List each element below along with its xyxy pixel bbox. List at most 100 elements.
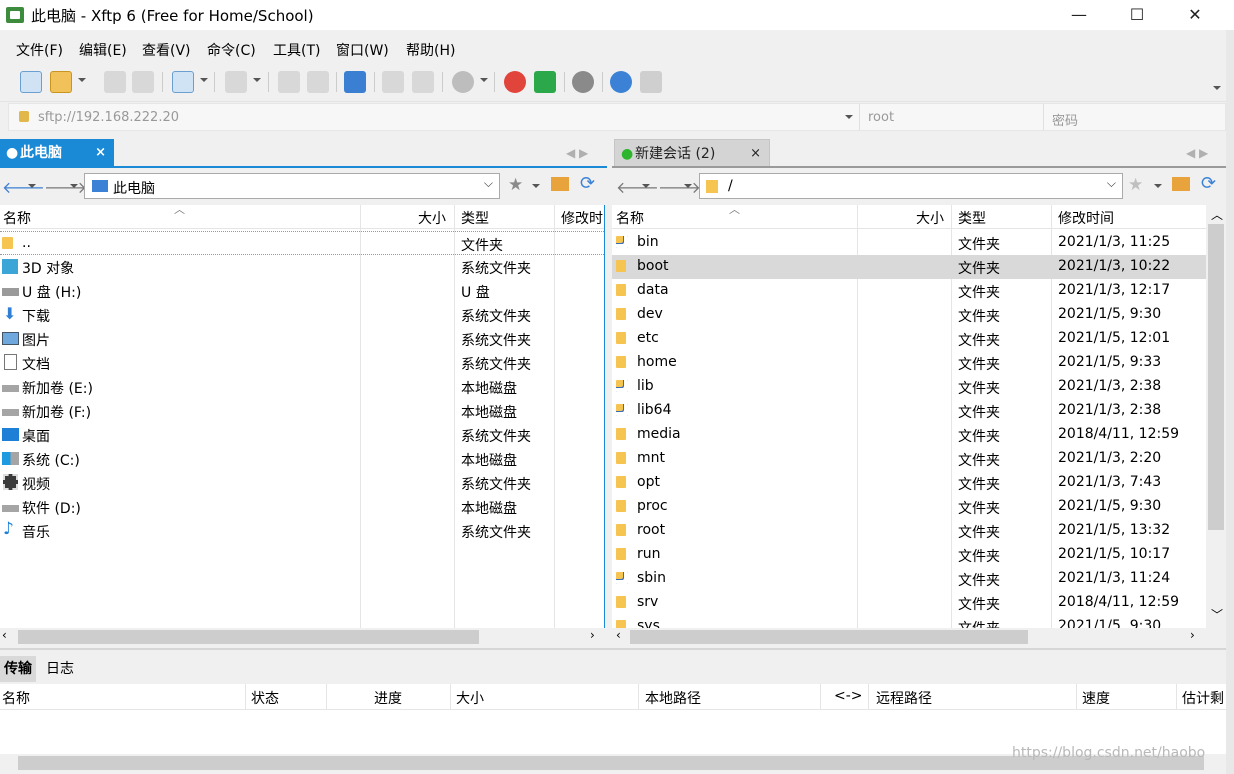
list-item[interactable]: srv 文件夹 2018/4/11, 12:59 (612, 591, 1206, 615)
col-local-path[interactable]: 本地路径 (645, 688, 701, 708)
list-item[interactable]: 软件 (D:) 本地磁盘 (0, 495, 604, 519)
col-name[interactable]: 名称 (616, 208, 644, 228)
home-folder-icon[interactable] (551, 177, 569, 191)
list-item[interactable]: boot 文件夹 2021/1/3, 10:22 (612, 255, 1206, 279)
back-dropdown-icon[interactable] (28, 184, 36, 188)
list-item[interactable]: home 文件夹 2021/1/5, 9:33 (612, 351, 1206, 375)
favorites-dropdown-icon[interactable] (532, 184, 540, 188)
favorites-dropdown-icon[interactable] (1154, 184, 1162, 188)
col-type[interactable]: 类型 (958, 208, 986, 228)
list-item[interactable]: bin 文件夹 2021/1/3, 11:25 (612, 231, 1206, 255)
favorites-star-icon[interactable]: ★ (508, 175, 523, 195)
back-arrow-icon[interactable]: 🡐 (2, 177, 45, 197)
transfer-sync-icon[interactable] (344, 71, 366, 93)
forward-arrow-icon[interactable]: 🡒 (44, 177, 87, 197)
chevron-down-icon[interactable]: ⌵ (1107, 176, 1116, 191)
tab-local-computer[interactable]: ● 此电脑 × (0, 139, 114, 167)
scroll-right-icon[interactable]: › (590, 628, 595, 642)
list-item[interactable]: 桌面 系统文件夹 (0, 423, 604, 447)
col-modified[interactable]: 修改时间 (1058, 208, 1114, 228)
scroll-thumb[interactable] (18, 630, 479, 644)
favorites-star-icon[interactable]: ★ (1128, 175, 1143, 195)
terminal-dropdown-icon[interactable] (253, 78, 261, 82)
local-path-combobox[interactable]: 此电脑 ⌵ (84, 173, 500, 199)
list-item[interactable]: 视频 系统文件夹 (0, 471, 604, 495)
list-item[interactable]: 3D 对象 系统文件夹 (0, 255, 604, 279)
left-tab-scroll-icon[interactable]: ◀ ▶ (566, 146, 588, 160)
properties-dropdown-icon[interactable] (200, 78, 208, 82)
list-item[interactable]: 新加卷 (E:) 本地磁盘 (0, 375, 604, 399)
menu-command[interactable]: 命令(C) (207, 40, 256, 60)
col-transfer-size[interactable]: 大小 (456, 688, 484, 708)
list-item[interactable]: sbin 文件夹 2021/1/3, 11:24 (612, 567, 1206, 591)
menu-tools[interactable]: 工具(T) (273, 40, 320, 60)
forward-dropdown-icon[interactable] (684, 184, 692, 188)
scroll-thumb[interactable] (1208, 224, 1224, 530)
list-item[interactable]: 新加卷 (F:) 本地磁盘 (0, 399, 604, 423)
chat-icon[interactable] (640, 71, 662, 93)
list-item[interactable]: run 文件夹 2021/1/5, 10:17 (612, 543, 1206, 567)
col-type[interactable]: 类型 (461, 208, 489, 228)
menu-file[interactable]: 文件(F) (16, 40, 63, 60)
properties-icon[interactable] (172, 71, 194, 93)
xftp-icon[interactable] (534, 71, 556, 93)
refresh-icon[interactable]: ⟳ (580, 173, 595, 194)
remote-path-combobox[interactable]: / ⌵ (699, 173, 1123, 199)
col-modified[interactable]: 修改时 (561, 208, 603, 228)
open-dropdown-icon[interactable] (78, 78, 86, 82)
col-size[interactable]: 大小 (916, 208, 944, 228)
list-item[interactable]: media 文件夹 2018/4/11, 12:59 (612, 423, 1206, 447)
list-item[interactable]: lib64 文件夹 2021/1/3, 2:38 (612, 399, 1206, 423)
xshell-icon[interactable] (504, 71, 526, 93)
disconnect-icon[interactable] (132, 71, 154, 93)
scroll-down-icon[interactable]: ﹀ (1211, 606, 1223, 623)
col-eta[interactable]: 估计剩 (1182, 688, 1224, 708)
local-file-list[interactable]: 名称 ︿ 大小 类型 修改时 .. 文件夹 3D 对象 系统文件夹 U 盘 (H… (0, 205, 605, 629)
back-arrow-icon[interactable]: 🡐 (616, 177, 659, 197)
help-icon[interactable] (610, 71, 632, 93)
menu-view[interactable]: 查看(V) (142, 40, 191, 60)
tab-remote-session[interactable]: ● 新建会话 (2) × (614, 139, 770, 167)
remote-horizontal-scrollbar[interactable]: ‹ › (612, 628, 1206, 646)
col-remote-path[interactable]: 远程路径 (876, 688, 932, 708)
password-input[interactable]: 密码 (1052, 110, 1078, 129)
list-item[interactable]: dev 文件夹 2021/1/5, 9:30 (612, 303, 1206, 327)
list-item[interactable]: 系统 (C:) 本地磁盘 (0, 447, 604, 471)
list-item[interactable]: 图片 系统文件夹 (0, 327, 604, 351)
list-item[interactable]: proc 文件夹 2021/1/5, 9:30 (612, 495, 1206, 519)
new-session-icon[interactable] (20, 71, 42, 93)
col-transfer-name[interactable]: 名称 (2, 688, 30, 708)
scroll-thumb[interactable] (630, 630, 1028, 644)
scroll-right-icon[interactable]: › (1190, 628, 1195, 642)
pane-splitter[interactable] (0, 648, 1226, 650)
col-progress[interactable]: 进度 (374, 688, 402, 708)
host-input[interactable]: sftp://192.168.222.20 (38, 110, 179, 125)
open-folder-icon[interactable] (50, 71, 72, 93)
list-item[interactable]: ♪ 音乐 系统文件夹 (0, 519, 604, 543)
col-name[interactable]: 名称 (3, 208, 31, 228)
settings-gear-icon[interactable] (572, 71, 594, 93)
refresh-icon[interactable]: ⟳ (1201, 173, 1216, 194)
stop-icon[interactable] (452, 71, 474, 93)
forward-arrow-icon[interactable]: 🡒 (658, 177, 701, 197)
list-item[interactable]: opt 文件夹 2021/1/3, 7:43 (612, 471, 1206, 495)
local-horizontal-scrollbar[interactable]: ‹ › (0, 628, 605, 646)
menu-edit[interactable]: 编辑(E) (79, 40, 127, 60)
home-folder-icon[interactable] (1172, 177, 1190, 191)
download-toolbar-icon[interactable] (307, 71, 329, 93)
col-direction[interactable]: <-> (834, 688, 863, 704)
scroll-up-icon[interactable]: ︿ (1211, 206, 1223, 223)
tab-log[interactable]: 日志 (46, 656, 74, 682)
menu-help[interactable]: 帮助(H) (406, 40, 455, 60)
list-item[interactable]: root 文件夹 2021/1/5, 13:32 (612, 519, 1206, 543)
list-item[interactable]: U 盘 (H:) U 盘 (0, 279, 604, 303)
menu-window[interactable]: 窗口(W) (336, 40, 389, 60)
scroll-left-icon[interactable]: ‹ (2, 628, 7, 642)
maximize-button[interactable]: ☐ (1108, 0, 1166, 30)
tab-transfer[interactable]: 传输 (0, 656, 36, 682)
list-item[interactable]: etc 文件夹 2021/1/5, 12:01 (612, 327, 1206, 351)
tab-close-icon[interactable]: × (750, 140, 761, 168)
list-item[interactable]: .. 文件夹 (0, 231, 604, 255)
username-input[interactable]: root (868, 110, 894, 125)
terminal-icon[interactable] (225, 71, 247, 93)
